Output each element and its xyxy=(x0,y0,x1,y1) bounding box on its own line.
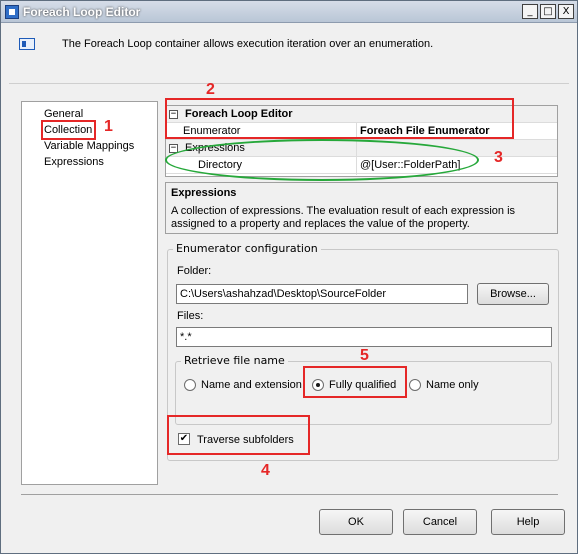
retrieve-file-name-legend: Retrieve file name xyxy=(181,354,288,367)
description-body: A collection of expressions. The evaluat… xyxy=(171,205,516,230)
annotation-number-5: 5 xyxy=(360,347,369,364)
name-only-label[interactable]: Name only xyxy=(426,379,479,391)
enumerator-configuration-legend: Enumerator configuration xyxy=(173,242,321,255)
folder-input[interactable]: C:\Users\ashahzad\Desktop\SourceFolder xyxy=(176,284,468,304)
window-title: Foreach Loop Editor xyxy=(23,5,141,19)
footer-divider xyxy=(21,494,558,495)
header-description: The Foreach Loop container allows execut… xyxy=(62,38,434,50)
title-bar[interactable]: Foreach Loop Editor _ □ X xyxy=(1,1,577,23)
files-input[interactable]: *.* xyxy=(176,327,552,347)
name-and-extension-label[interactable]: Name and extension xyxy=(201,379,302,391)
foreach-loop-app-icon xyxy=(5,5,19,19)
annotation-ellipse-directory xyxy=(165,139,479,181)
minimize-button[interactable]: _ xyxy=(522,4,538,19)
name-only-radio[interactable] xyxy=(409,379,421,391)
annotation-box-foreach-loop-editor xyxy=(165,98,514,139)
ok-button[interactable]: OK xyxy=(319,509,393,535)
cancel-button[interactable]: Cancel xyxy=(403,509,477,535)
name-and-extension-radio[interactable] xyxy=(184,379,196,391)
annotation-number-4: 4 xyxy=(261,462,270,479)
maximize-button[interactable]: □ xyxy=(540,4,556,19)
container-icon xyxy=(19,38,35,50)
property-description-panel: Expressions A collection of expressions.… xyxy=(165,182,558,234)
browse-button[interactable]: Browse... xyxy=(477,283,549,305)
header-divider xyxy=(9,83,569,84)
annotation-box-fully-qualified xyxy=(303,366,407,398)
annotation-number-3: 3 xyxy=(494,149,503,166)
description-title: Expressions xyxy=(171,187,237,199)
nav-item-general[interactable]: General xyxy=(44,107,83,121)
close-button[interactable]: X xyxy=(558,4,574,19)
files-label: Files: xyxy=(177,310,204,322)
annotation-box-collection xyxy=(41,120,96,140)
annotation-number-2: 2 xyxy=(206,81,215,98)
annotation-box-traverse xyxy=(167,415,310,455)
nav-item-variable-mappings[interactable]: Variable Mappings xyxy=(44,139,134,153)
nav-item-expressions[interactable]: Expressions xyxy=(44,155,104,169)
foreach-loop-editor-window: Foreach Loop Editor _ □ X The Foreach Lo… xyxy=(0,0,578,554)
help-button[interactable]: Help xyxy=(491,509,565,535)
folder-label: Folder: xyxy=(177,265,212,277)
annotation-number-1: 1 xyxy=(104,118,113,135)
